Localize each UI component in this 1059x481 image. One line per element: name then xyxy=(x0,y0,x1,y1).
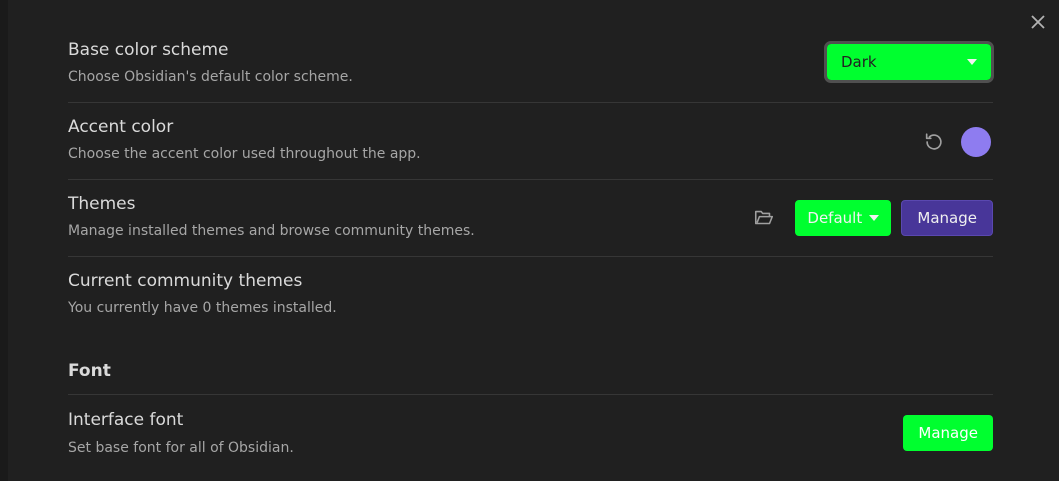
setting-community-themes: Current community themes You currently h… xyxy=(68,257,993,334)
close-icon xyxy=(1031,15,1045,29)
setting-accent-color: Accent color Choose the accent color use… xyxy=(68,103,993,180)
close-button[interactable] xyxy=(1026,10,1050,34)
section-heading-font: Font xyxy=(68,326,993,395)
setting-name: Base color scheme xyxy=(68,40,229,60)
setting-control xyxy=(921,127,991,157)
reset-icon xyxy=(925,133,942,150)
setting-base-color-scheme: Base color scheme Choose Obsidian's defa… xyxy=(68,26,994,103)
folder-open-icon xyxy=(755,210,774,225)
setting-themes: Themes Manage installed themes and brows… xyxy=(68,180,993,257)
setting-description: Choose Obsidian's default color scheme. xyxy=(68,69,353,85)
open-themes-folder-button[interactable] xyxy=(751,205,777,231)
manage-themes-button[interactable]: Manage xyxy=(901,200,993,236)
setting-control: Default Manage xyxy=(751,200,993,236)
setting-name: Accent color xyxy=(68,117,174,137)
panel-divider xyxy=(0,0,8,481)
setting-description: Manage installed themes and browse commu… xyxy=(68,223,475,239)
dropdown-value: Default xyxy=(807,209,863,227)
setting-control: Dark xyxy=(824,41,994,83)
setting-description: Set base font for all of Obsidian. xyxy=(68,440,294,456)
setting-name: Current community themes xyxy=(68,271,303,291)
chevron-down-icon xyxy=(967,59,977,65)
setting-description: Choose the accent color used throughout … xyxy=(68,146,421,162)
setting-control: Manage xyxy=(903,415,993,451)
manage-fonts-button[interactable]: Manage xyxy=(903,415,993,451)
setting-interface-font: Interface font Set base font for all of … xyxy=(68,395,993,472)
settings-panel: Base color scheme Choose Obsidian's defa… xyxy=(0,0,1059,481)
theme-dropdown[interactable]: Default xyxy=(795,200,892,236)
settings-content: Base color scheme Choose Obsidian's defa… xyxy=(68,26,994,472)
accent-color-picker[interactable] xyxy=(961,127,991,157)
chevron-down-icon xyxy=(869,215,880,221)
setting-name: Interface font xyxy=(68,410,184,430)
section-heading-text: Font xyxy=(68,361,111,381)
reset-accent-button[interactable] xyxy=(921,129,947,155)
dropdown-value: Dark xyxy=(841,53,877,71)
setting-description: You currently have 0 themes installed. xyxy=(68,300,337,316)
setting-name: Themes xyxy=(68,194,136,214)
color-scheme-dropdown[interactable]: Dark xyxy=(824,41,994,83)
